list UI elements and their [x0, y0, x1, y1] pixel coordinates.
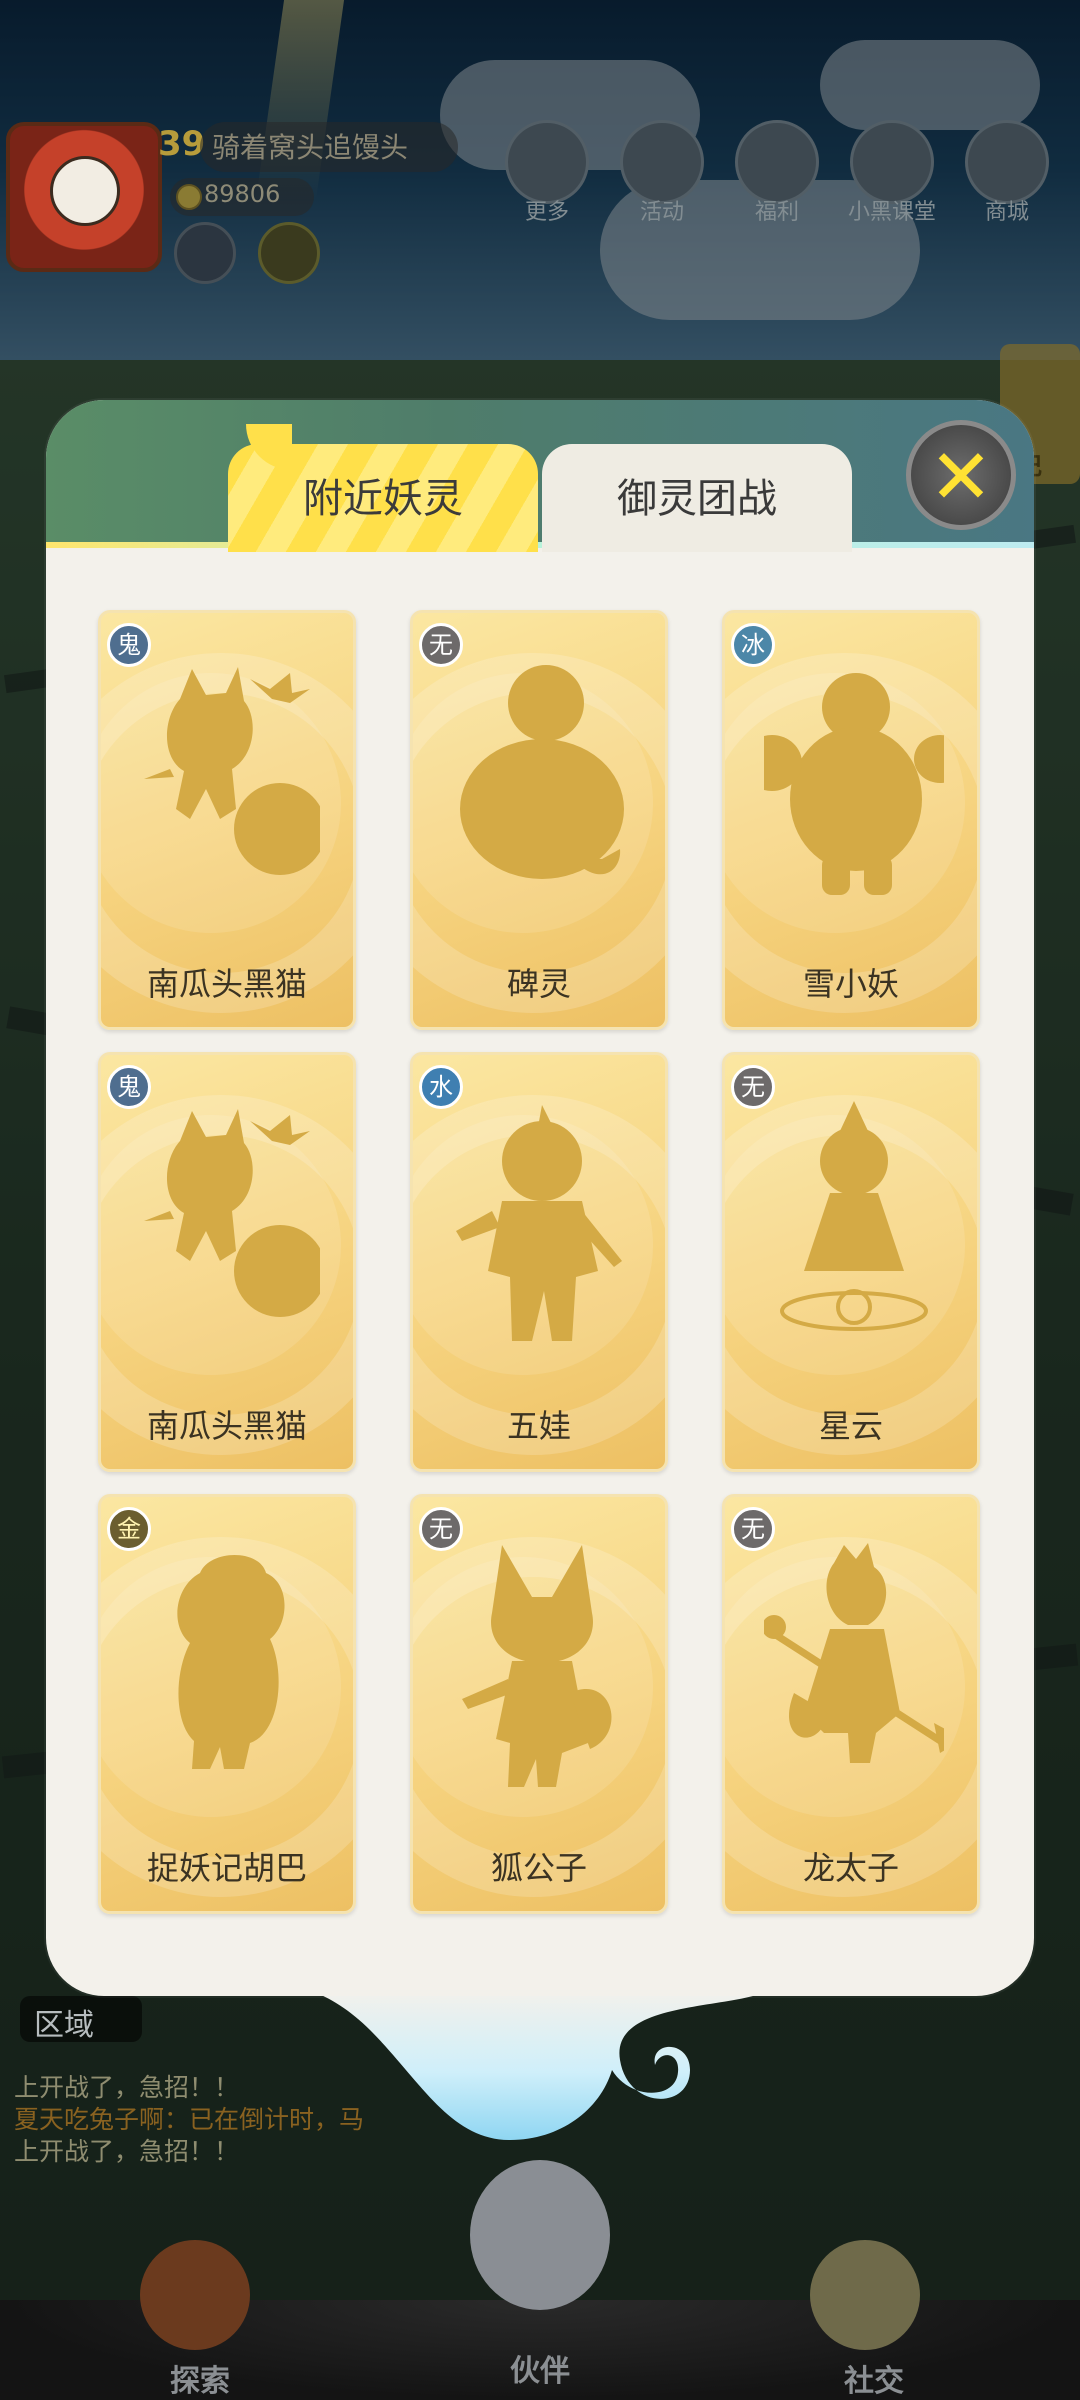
modal-header [46, 400, 1034, 548]
shop-icon [965, 120, 1049, 204]
spirit-card[interactable]: 冰 雪小妖 [722, 610, 980, 1030]
partner-icon[interactable] [470, 2160, 610, 2310]
spirit-name: 星云 [818, 1407, 883, 1445]
hud-class-label: 小黑课堂 [847, 200, 936, 225]
star-box-icon [735, 120, 819, 204]
spirit-name: 雪小妖 [802, 965, 899, 1003]
spirit-name: 南瓜头黑猫 [146, 1407, 307, 1445]
spirit-card[interactable]: 无 狐公子 [410, 1494, 668, 1914]
player-name: 骑着窝头追馒头 [212, 131, 409, 164]
social-icon[interactable] [810, 2240, 920, 2350]
hud-activity-label: 活动 [639, 200, 684, 225]
region-label: 区域 [34, 2008, 94, 2043]
stele-spirit-silhouette [460, 665, 624, 879]
close-icon: ✕ [929, 432, 993, 521]
spirit-name: 狐公子 [490, 1849, 587, 1887]
spirit-name: 碑灵 [506, 965, 571, 1003]
hud-shop-label: 商城 [984, 200, 1029, 225]
nav-explore-label[interactable]: 探索 [170, 2356, 230, 2400]
nav-partner-label[interactable]: 伙伴 [510, 2346, 570, 2390]
grid-icon [505, 120, 589, 204]
avatar-face [50, 156, 120, 226]
close-button[interactable]: ✕ [906, 420, 1016, 530]
pumpkin-cat-silhouette [144, 1109, 320, 1317]
spirit-name: 龙太子 [802, 1849, 899, 1887]
spirit-card[interactable]: 水 五娃 [410, 1052, 668, 1472]
fifth-brother-silhouette [456, 1105, 622, 1341]
gift-icon [620, 120, 704, 204]
hud-welfare-label: 福利 [754, 200, 799, 225]
chat-line: 上开战了，急招！！ [14, 2073, 240, 2102]
hud-shop-button[interactable]: 商城 [962, 120, 1052, 226]
bubble-tail [310, 1990, 770, 2140]
hud-activity-button[interactable]: 活动 [617, 120, 707, 226]
upgrade-icon[interactable] [258, 222, 320, 284]
spirit-name: 南瓜头黑猫 [146, 965, 307, 1003]
snow-demon-silhouette [764, 673, 944, 895]
player-avatar[interactable] [6, 122, 162, 272]
dragon-prince-silhouette [764, 1543, 944, 1763]
explore-icon[interactable] [140, 2240, 250, 2350]
huba-silhouette [177, 1555, 285, 1769]
spirit-card[interactable]: 无 龙太子 [722, 1494, 980, 1914]
coin-icon [176, 184, 202, 210]
coin-count: 89806 [204, 180, 281, 208]
hud-more-label: 更多 [524, 200, 569, 225]
nebula-silhouette [780, 1101, 928, 1331]
tab-team-battle[interactable]: 御灵团战 [542, 444, 852, 552]
spirit-card[interactable]: 鬼 南瓜头黑猫 [98, 1052, 356, 1472]
spirit-name: 五娃 [506, 1407, 571, 1445]
hud-welfare-button[interactable]: 福利 [732, 120, 822, 226]
spirit-name: 捉妖记胡巴 [146, 1849, 307, 1887]
nav-social-label[interactable]: 社交 [844, 2356, 904, 2400]
black-cat-icon [850, 120, 934, 204]
hud-more-button[interactable]: 更多 [502, 120, 592, 226]
spirit-card[interactable]: 无 星云 [722, 1052, 980, 1472]
tab-nearby-spirits[interactable]: 附近妖灵 [228, 424, 538, 552]
spirit-card[interactable]: 无 碑灵 [410, 610, 668, 1030]
fox-prince-silhouette [462, 1545, 612, 1787]
spirit-card[interactable]: 金 捉妖记胡巴 [98, 1494, 356, 1914]
hud-class-button[interactable]: 小黑课堂 [847, 120, 937, 226]
chat-line: 上开战了，急招！！ [14, 2137, 240, 2166]
pumpkin-cat-silhouette [144, 667, 320, 875]
compass-icon[interactable] [174, 222, 236, 284]
nearby-spirits-modal: 附近妖灵 御灵团战 ✕ 鬼 南瓜头黑猫 无 碑灵 冰 雪小妖 鬼 南瓜头黑猫 水… [46, 400, 1034, 1996]
spirit-card[interactable]: 鬼 南瓜头黑猫 [98, 610, 356, 1030]
player-level: 39 [158, 124, 206, 164]
